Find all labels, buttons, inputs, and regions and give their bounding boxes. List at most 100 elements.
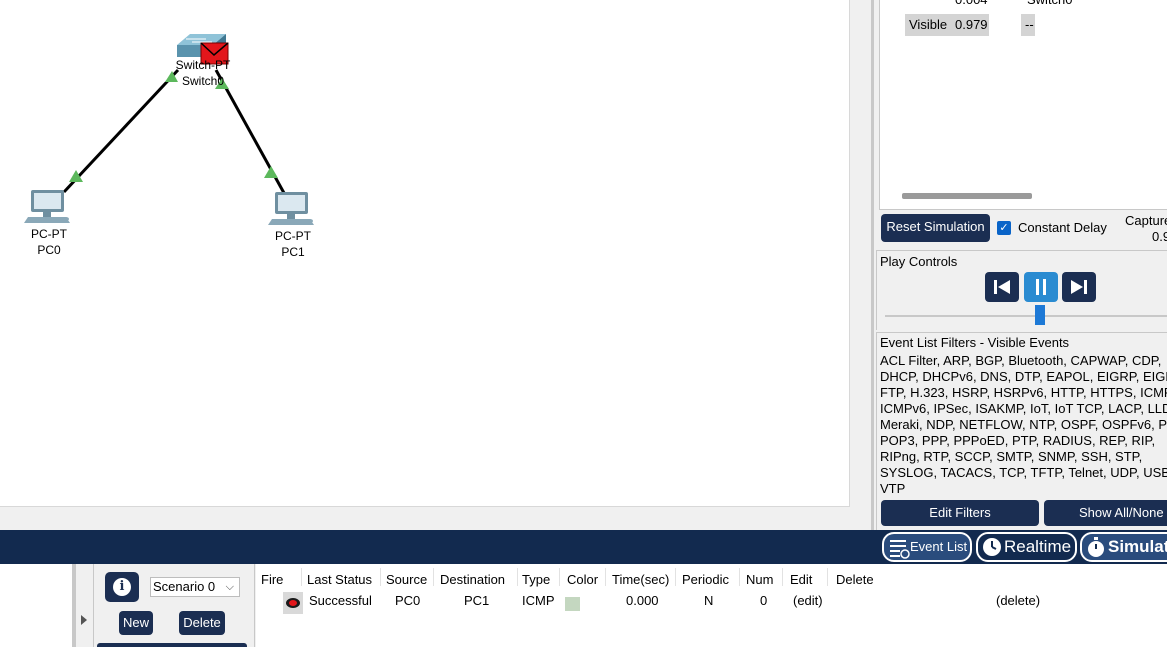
fire-icon	[286, 598, 300, 608]
event-time: 0.979	[955, 17, 988, 32]
filter-line: Meraki, NDP, NETFLOW, NTP, OSPF, OSPFv6,…	[880, 417, 1167, 432]
realtime-mode-button[interactable]: Realtime	[976, 532, 1077, 562]
cell-destination: PC1	[464, 593, 490, 608]
column-divider	[782, 568, 783, 586]
column-divider	[301, 568, 302, 586]
pause-button[interactable]	[1024, 272, 1058, 302]
column-divider	[605, 568, 606, 586]
filter-line: SYSLOG, TACACS, TCP, TFTP, Telnet, UDP, …	[880, 465, 1167, 480]
event-filters-title: Event List Filters - Visible Events	[880, 335, 1070, 350]
new-scenario-button[interactable]: New	[119, 611, 153, 635]
col-fire[interactable]: Fire	[261, 572, 283, 587]
column-divider	[559, 568, 560, 586]
event-list-table[interactable]: 0.004 Switch0 Visible 0.979 --	[879, 0, 1167, 210]
simulation-mode-button[interactable]: Simulat	[1080, 532, 1167, 562]
column-divider	[739, 568, 740, 586]
col-periodic[interactable]: Periodic	[682, 572, 729, 587]
col-last-status[interactable]: Last Status	[307, 572, 372, 587]
toggle-pdu-list-button[interactable]	[97, 643, 247, 647]
cell-time: 0.000	[626, 593, 659, 608]
scenario-selected: Scenario 0	[153, 579, 216, 594]
column-divider	[827, 568, 828, 586]
chevron-down-icon: ⌵	[225, 581, 234, 593]
event-row-visible[interactable]: Visible 0.979 --	[905, 14, 1167, 36]
col-delete[interactable]: Delete	[836, 572, 874, 587]
pc0-icon	[24, 190, 70, 223]
event-device: --	[1025, 17, 1034, 32]
filter-line: RIPng, RTP, SCCP, SMTP, SNMP, SSH, STP,	[880, 449, 1143, 464]
event-filters-panel: Event List Filters - Visible Events ACL …	[876, 332, 1167, 530]
delete-scenario-button[interactable]: Delete	[179, 611, 225, 635]
scenario-select[interactable]: Scenario 0 ⌵	[150, 577, 240, 597]
show-all-none-button[interactable]: Show All/None	[1044, 500, 1167, 526]
filter-line: VTP	[880, 481, 906, 496]
speed-slider-track[interactable]	[885, 315, 1167, 317]
event-list-icon	[890, 540, 910, 559]
scenario-info-button[interactable]: i	[105, 572, 139, 602]
edit-link[interactable]: (edit)	[793, 593, 823, 608]
pc0-label[interactable]: PC-PT PC0	[4, 226, 94, 258]
visible-events-list: ACL Filter, ARP, BGP, Bluetooth, CAPWAP,…	[880, 353, 1167, 497]
cell-last-status: Successful	[309, 593, 372, 608]
pc1-name: PC1	[281, 245, 305, 259]
clock-icon	[983, 538, 1001, 556]
capture-label: Capture	[1125, 213, 1167, 228]
col-time[interactable]: Time(sec)	[612, 572, 669, 587]
play-controls-panel: Play Controls	[876, 250, 1167, 330]
cell-source: PC0	[395, 593, 421, 608]
event-list-button[interactable]: Event List	[882, 532, 972, 562]
col-source[interactable]: Source	[386, 572, 427, 587]
column-divider	[517, 568, 518, 586]
pc0-name: PC0	[37, 243, 61, 257]
capture-value: 0.9	[1152, 229, 1167, 244]
horizontal-scrollbar[interactable]	[902, 193, 1032, 199]
forward-button[interactable]	[1062, 272, 1096, 302]
filter-line: DHCP, DHCPv6, DNS, DTP, EAPOL, EIGRP, EI…	[880, 369, 1167, 384]
back-button[interactable]	[985, 272, 1019, 302]
edit-filters-button[interactable]: Edit Filters	[881, 500, 1039, 526]
workspace-margin	[850, 0, 872, 530]
stopwatch-icon	[1088, 537, 1104, 557]
mode-bar: Event List Realtime Simulat	[0, 530, 1167, 564]
switch0-label[interactable]: Switch-PT Switch0	[158, 57, 248, 89]
back-icon	[994, 280, 1010, 294]
pc1-icon	[268, 192, 314, 225]
cell-color-swatch[interactable]	[565, 597, 580, 611]
device-type-area	[0, 564, 72, 647]
col-num[interactable]: Num	[746, 572, 773, 587]
column-divider	[433, 568, 434, 586]
forward-icon	[1071, 280, 1087, 294]
pdu-list-table: Fire Last Status Source Destination Type…	[256, 564, 1167, 647]
info-icon: i	[113, 578, 131, 596]
simulation-label: Simulat	[1108, 537, 1167, 556]
pc0-model: PC-PT	[31, 227, 67, 241]
cell-num: 0	[760, 593, 768, 608]
delete-link[interactable]: (delete)	[996, 593, 1040, 608]
switch0-name: Switch0	[181, 74, 225, 88]
filter-line: FTP, H.323, HSRP, HSRPv6, HTTP, HTTPS, I…	[880, 385, 1167, 400]
col-edit[interactable]: Edit	[790, 572, 812, 587]
simulation-panel: 0.004 Switch0 Visible 0.979 -- Reset Sim…	[874, 0, 1167, 530]
cell-type: ICMP	[522, 593, 555, 608]
realtime-label: Realtime	[1004, 537, 1072, 556]
col-color[interactable]: Color	[567, 572, 598, 587]
col-destination[interactable]: Destination	[440, 572, 505, 587]
pc1-label[interactable]: PC-PT PC1	[248, 228, 338, 260]
scenario-panel: i Scenario 0 ⌵ New Delete	[95, 564, 255, 647]
reset-simulation-button[interactable]: Reset Simulation	[881, 214, 990, 242]
filter-line: ACL Filter, ARP, BGP, Bluetooth, CAPWAP,…	[880, 353, 1162, 368]
fire-button[interactable]	[283, 592, 303, 614]
event-time: 0.004	[955, 0, 988, 11]
col-type[interactable]: Type	[522, 572, 550, 587]
event-row-partial[interactable]: 0.004 Switch0	[907, 0, 1167, 11]
column-divider	[380, 568, 381, 586]
constant-delay-checkbox[interactable]: ✓	[997, 221, 1011, 235]
link-up-indicator	[264, 166, 278, 178]
speed-slider-thumb[interactable]	[1035, 305, 1045, 325]
switch0-model: Switch-PT	[175, 58, 231, 72]
collapse-handle[interactable]	[76, 564, 94, 647]
logical-workspace[interactable]: Switch-PT Switch0 PC-PT PC0 PC-PT PC1	[0, 0, 850, 507]
topology-canvas	[24, 34, 314, 225]
bottom-panel: i Scenario 0 ⌵ New Delete Fire Last Stat…	[0, 564, 1167, 647]
constant-delay-label: Constant Delay	[1018, 220, 1107, 235]
